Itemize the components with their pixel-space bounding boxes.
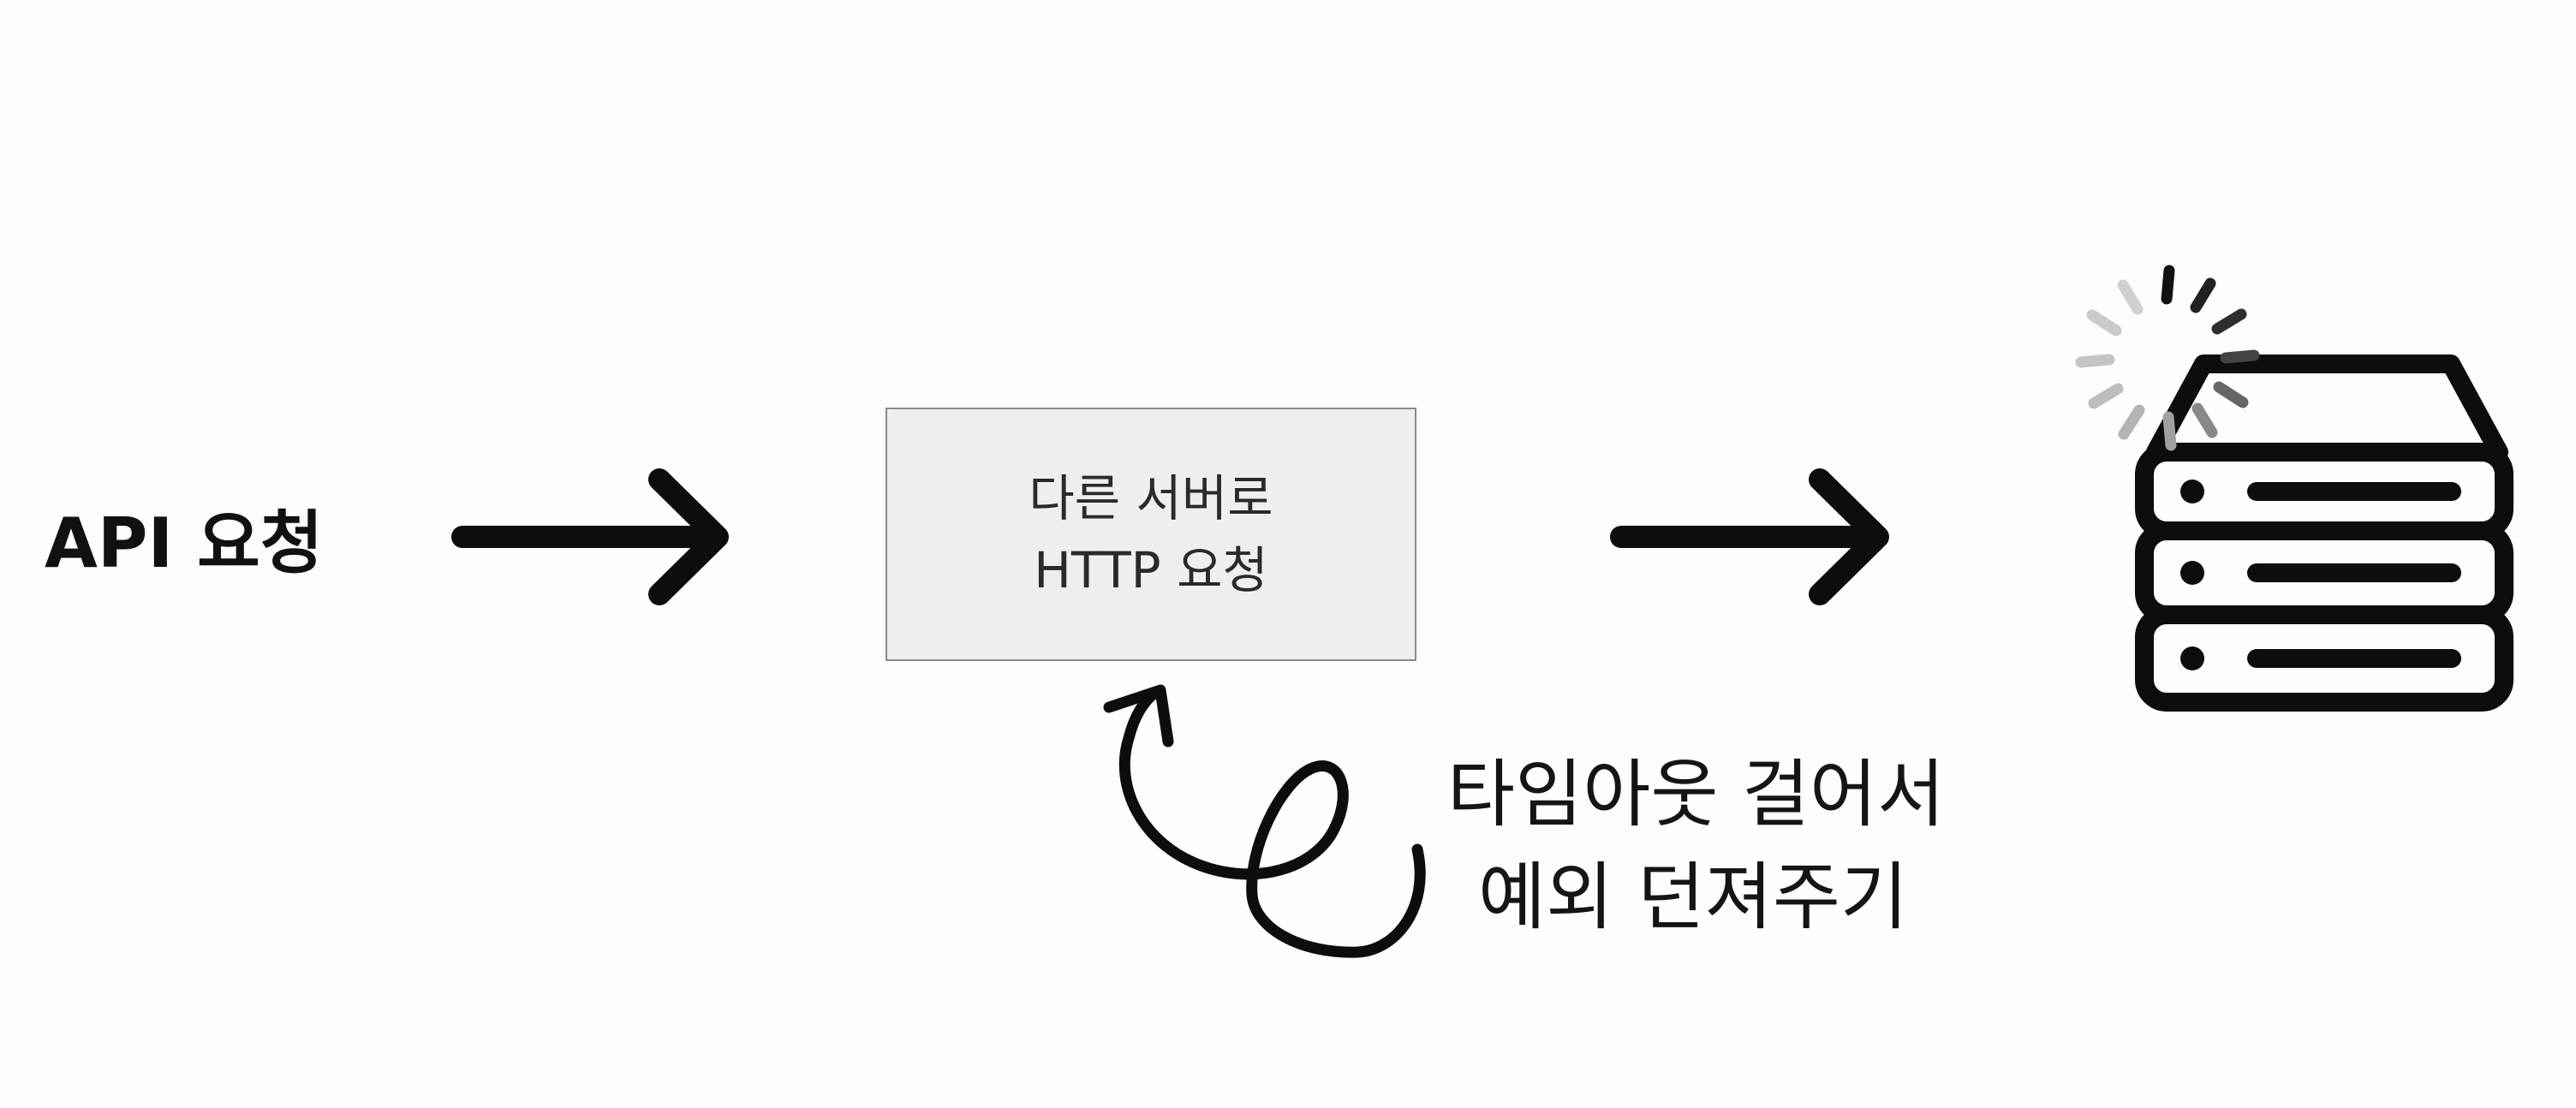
- arrow-right-icon: [451, 468, 729, 605]
- diagram-graphics: [451, 265, 2513, 958]
- arrow-right-icon: [1610, 468, 1889, 605]
- loading-spinner-icon: [2075, 265, 2260, 451]
- loop-arrow-icon: [1103, 684, 1426, 958]
- diagram-canvas: API 요청 다른 서버로 HTTP 요청 타임아웃 걸어서 예외 던져주기: [0, 0, 2576, 1108]
